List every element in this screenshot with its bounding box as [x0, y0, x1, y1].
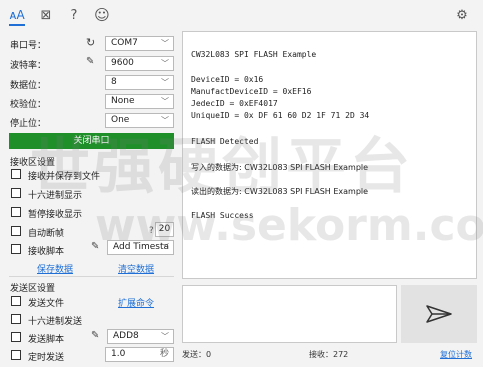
stopbits-label: 停止位： — [10, 119, 47, 129]
port-label: 串口号： — [10, 41, 47, 51]
output-line: 读出的数据为: CW32L083 SPI FLASH Example — [191, 187, 369, 196]
save-data-link[interactable]: 保存数据 — [37, 262, 73, 275]
receive-output-panel[interactable]: CW32L083 SPI FLASH Example DeviceID = 0x… — [182, 31, 477, 279]
timed-interval-input[interactable]: 1.0 秒 — [105, 347, 174, 362]
baud-label: 波特率： — [10, 61, 47, 71]
extended-command-link[interactable]: 扩展命令 — [118, 296, 154, 309]
auto-newline-help-icon[interactable]: ? — [149, 226, 154, 236]
baud-edit-icon[interactable]: ✎ — [86, 56, 94, 67]
parity-value: None — [111, 96, 135, 106]
pause-display-label: 暂停接收显示 — [28, 210, 83, 220]
parity-select[interactable]: None ﹀ — [105, 94, 174, 109]
send-file-label: 发送文件 — [28, 299, 65, 309]
output-line: ManufactDeviceID = 0xEF16 — [191, 87, 312, 96]
reset-count-link[interactable]: 复位计数 — [440, 349, 472, 360]
send-script-value: ADD8 — [113, 331, 139, 341]
timed-send-checkbox[interactable] — [11, 350, 21, 360]
chevron-down-icon: ﹀ — [161, 97, 169, 106]
auto-newline-checkbox[interactable] — [11, 226, 21, 236]
clear-data-link[interactable]: 清空数据 — [118, 262, 154, 275]
parity-label: 校验位： — [10, 100, 47, 110]
send-script-edit-icon[interactable]: ✎ — [91, 330, 99, 341]
send-input-area[interactable] — [182, 285, 397, 343]
baud-value: 9600 — [111, 58, 134, 68]
recv-script-label: 接收脚本 — [28, 247, 65, 257]
port-value: COM7 — [111, 38, 138, 48]
chevron-down-icon: ﹀ — [161, 59, 169, 68]
save-to-file-checkbox[interactable] — [11, 169, 21, 179]
hex-send-label: 十六进制发送 — [28, 317, 83, 327]
databits-select[interactable]: 8 ﹀ — [105, 75, 174, 90]
recv-script-checkbox[interactable] — [11, 244, 21, 254]
baud-select[interactable]: 9600 ﹀ — [105, 56, 174, 71]
send-arrow-icon — [426, 305, 452, 323]
send-file-checkbox[interactable] — [11, 296, 21, 306]
sent-count: 发送：0 — [182, 350, 212, 359]
settings-icon[interactable]: ⚙ — [453, 6, 471, 24]
send-script-checkbox[interactable] — [11, 332, 21, 342]
output-line: UniqueID = 0x DF 61 60 D2 1F 71 2D 34 — [191, 111, 370, 120]
hex-display-checkbox[interactable] — [11, 188, 21, 198]
active-tab-indicator — [9, 24, 25, 26]
save-to-file-label: 接收并保存到文件 — [28, 172, 101, 182]
emoji-icon[interactable]: ☺ — [93, 6, 111, 24]
hex-send-checkbox[interactable] — [11, 314, 21, 324]
output-line: FLASH Detected — [191, 137, 259, 146]
output-line: DeviceID = 0x16 — [191, 75, 264, 84]
recv-script-edit-icon[interactable]: ✎ — [91, 241, 99, 252]
help-icon[interactable]: ? — [65, 6, 83, 24]
chevron-down-icon: ﹀ — [161, 332, 169, 341]
recv-script-select[interactable]: Add Timesta ﹀ — [107, 240, 174, 255]
stopbits-select[interactable]: One ﹀ — [105, 113, 174, 128]
databits-value: 8 — [111, 77, 117, 87]
send-button[interactable] — [401, 285, 477, 343]
timed-send-label: 定时发送 — [28, 353, 65, 363]
receive-section-title: 接收区设置 — [10, 158, 56, 168]
hex-display-label: 十六进制显示 — [28, 191, 83, 201]
output-line: CW32L083 SPI FLASH Example — [191, 50, 317, 59]
pause-display-checkbox[interactable] — [11, 207, 21, 217]
send-script-select[interactable]: ADD8 ﹀ — [107, 329, 174, 344]
auto-newline-input[interactable]: 20 — [155, 222, 174, 237]
output-line: FLASH Success — [191, 211, 254, 220]
send-script-label: 发送脚本 — [28, 335, 65, 345]
port-select[interactable]: COM7 ﹀ — [105, 36, 174, 51]
databits-label: 数据位： — [10, 81, 47, 91]
output-line: 写入的数据为: CW32L083 SPI FLASH Example — [191, 163, 369, 172]
output-line: JedecID = 0xEF4017 — [191, 99, 278, 108]
received-count: 接收：272 — [309, 350, 349, 359]
plot-icon[interactable]: ⊠ — [37, 6, 55, 24]
send-section-title: 发送区设置 — [10, 284, 56, 294]
timed-interval-value: 1.0 — [111, 349, 126, 359]
close-port-button[interactable]: 关闭串口 — [9, 133, 174, 149]
stopbits-value: One — [111, 115, 130, 125]
refresh-icon[interactable]: ↻ — [86, 36, 95, 49]
section-divider — [9, 276, 174, 277]
chevron-down-icon: ﹀ — [161, 39, 169, 48]
chevron-down-icon: ﹀ — [161, 116, 169, 125]
auto-newline-label: 自动断帧 — [28, 229, 65, 239]
text-size-icon[interactable]: ᴀA — [8, 6, 26, 24]
timed-unit: 秒 — [159, 349, 169, 359]
chevron-down-icon: ﹀ — [161, 243, 169, 252]
chevron-down-icon: ﹀ — [161, 78, 169, 87]
